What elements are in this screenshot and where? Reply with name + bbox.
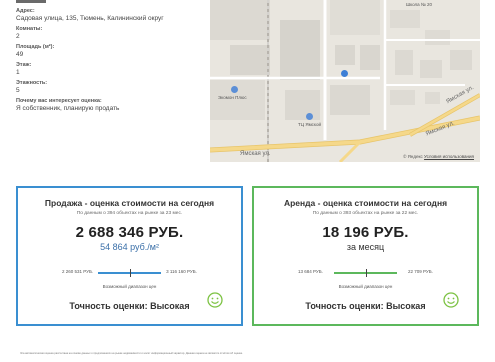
field-label: Адрес: xyxy=(16,8,35,14)
rent-period: за месяц xyxy=(346,242,385,252)
card-title: Продажа - оценка стоимости на сегодня xyxy=(44,198,215,208)
field-area: Площадь (м²): 49 xyxy=(16,44,206,59)
smiley-icon xyxy=(443,292,459,308)
rent-estimate-card: Аренда - оценка стоимости на сегодня По … xyxy=(252,186,479,326)
card-title: Аренда - оценка стоимости на сегодня xyxy=(283,198,448,208)
map[interactable]: Ямская ул. Ямская ул. Ямская ул. Экомон … xyxy=(210,0,480,162)
street-label: Ямская ул. xyxy=(240,151,271,157)
map-pin-icon[interactable] xyxy=(306,113,313,120)
range-marker xyxy=(365,269,367,277)
disclaimer-text: Эта автоматическая оценка рассчитана на … xyxy=(20,352,243,355)
rent-price: 18 196 РУБ. xyxy=(322,224,409,241)
field-label: Этажность: xyxy=(16,80,48,86)
copyright-text: © Яндекс xyxy=(403,154,423,159)
field-label: Площадь (м²): xyxy=(16,44,55,50)
field-value: 1 xyxy=(16,69,20,76)
top-cutoff-text xyxy=(16,0,46,3)
map-pin-icon[interactable] xyxy=(231,86,238,93)
field-label: Почему вас интересует оценка: xyxy=(16,98,102,104)
field-reason: Почему вас интересует оценка: Я собствен… xyxy=(16,98,206,113)
field-value: 2 xyxy=(16,33,20,40)
range-high: 22 709 РУБ. xyxy=(408,269,433,274)
range-high: 3 116 160 РУБ. xyxy=(166,269,197,274)
property-info: Адрес: Садовая улица, 135, Тюмень, Калин… xyxy=(16,8,206,116)
field-address: Адрес: Садовая улица, 135, Тюмень, Калин… xyxy=(16,8,206,23)
sale-estimate-card: Продажа - оценка стоимости на сегодня По… xyxy=(16,186,243,326)
poi-label: Экомон Плюс xyxy=(218,95,247,100)
range-caption: Возможный диапазон цен xyxy=(338,284,393,289)
field-value: Садовая улица, 135, Тюмень, Калининский … xyxy=(16,15,164,22)
field-value: 49 xyxy=(16,51,24,58)
price-range: 2 260 531 РУБ. 3 116 160 РУБ. xyxy=(38,267,221,279)
poi-label: Школа № 20 xyxy=(406,2,433,7)
field-label: Комнаты: xyxy=(16,26,43,32)
card-subtitle: По данным о 394 объектах на рынке за 23 … xyxy=(76,211,183,216)
field-value: 5 xyxy=(16,87,20,94)
sale-price: 2 688 346 РУБ. xyxy=(75,224,184,241)
price-per-m2: 54 864 руб./м² xyxy=(100,242,159,252)
location-marker[interactable] xyxy=(341,70,348,77)
poi-label: ТЦ Ямской xyxy=(298,122,321,127)
map-canvas xyxy=(210,0,480,162)
smiley-icon xyxy=(207,292,223,308)
field-value: Я собственник, планирую продать xyxy=(16,105,120,112)
range-bar xyxy=(334,269,397,277)
field-label: Этаж: xyxy=(16,62,32,68)
range-low: 2 260 531 РУБ. xyxy=(62,269,94,274)
price-range: 13 684 РУБ. 22 709 РУБ. xyxy=(274,267,457,279)
field-floor: Этаж: 1 xyxy=(16,62,206,77)
map-terms-link[interactable]: Условия использования xyxy=(424,154,474,159)
map-copyright: © Яндекс Условия использования xyxy=(403,154,474,159)
card-subtitle: По данным о 393 объектах на рынке за 22 … xyxy=(312,211,419,216)
range-low: 13 684 РУБ. xyxy=(298,269,323,274)
range-marker xyxy=(129,269,131,277)
field-floors-total: Этажность: 5 xyxy=(16,80,206,95)
disclaimer: Эта автоматическая оценка рассчитана на … xyxy=(20,352,480,359)
range-bar xyxy=(98,269,161,277)
field-rooms: Комнаты: 2 xyxy=(16,26,206,41)
range-caption: Возможный диапазон цен xyxy=(102,284,157,289)
